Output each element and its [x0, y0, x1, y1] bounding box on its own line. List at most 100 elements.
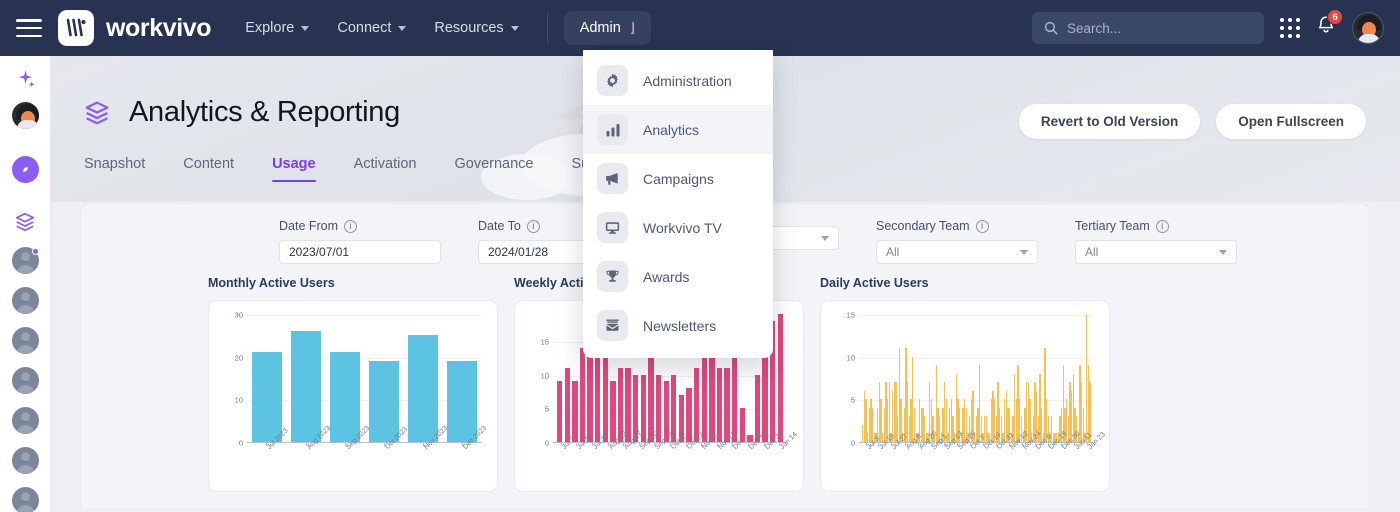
- bar[interactable]: [446, 360, 477, 442]
- bar[interactable]: [686, 388, 692, 442]
- search-input[interactable]: Search...: [1032, 12, 1264, 44]
- bar[interactable]: [716, 367, 723, 442]
- trophy-icon: [597, 261, 628, 292]
- page-title-group: Analytics & Reporting: [82, 96, 400, 129]
- y-axis-tick-label: 15: [846, 310, 855, 320]
- nav-item-explore[interactable]: Explore: [245, 20, 310, 36]
- info-icon[interactable]: i: [526, 219, 540, 233]
- sidebar-item-profile[interactable]: [10, 102, 40, 129]
- filter-secondary-team-label: Secondary Team i: [876, 219, 1038, 233]
- workvivo-logo-icon[interactable]: [58, 10, 94, 46]
- tertiary-team-select[interactable]: All: [1075, 240, 1237, 264]
- secondary-team-select[interactable]: All: [876, 240, 1038, 264]
- workvivo-wordmark[interactable]: workvivo: [106, 14, 212, 43]
- bar[interactable]: [572, 381, 578, 442]
- label-text: Date To: [478, 219, 521, 233]
- sidebar-item-space-2[interactable]: [10, 287, 40, 314]
- bar[interactable]: [329, 352, 360, 442]
- page-title: Analytics & Reporting: [129, 96, 400, 128]
- y-axis-tick-label: 10: [846, 353, 855, 363]
- bar[interactable]: [701, 354, 707, 442]
- x-axis-labels: Jul 2 Jul 16 Jul 30 Aug 13 Aug 27 Sep 10 Sep 2…: [553, 430, 799, 483]
- space-avatar: [11, 487, 39, 512]
- bar[interactable]: [251, 352, 282, 442]
- menu-item-newsletters[interactable]: Newsletters: [583, 301, 773, 350]
- bar-series: [859, 314, 1093, 442]
- y-axis-tick-label: 5: [544, 404, 549, 414]
- info-icon[interactable]: i: [975, 219, 989, 233]
- bar[interactable]: [754, 374, 761, 442]
- x-axis-labels: Jul 2023 Aug 2023 Sep 2023 Oct 2023 Nov 2023…: [247, 425, 488, 483]
- sidebar-item-space-4[interactable]: [10, 367, 40, 394]
- page-tabs: Snapshot Content Usage Activation Govern…: [84, 156, 601, 182]
- chevron-down-icon: [301, 25, 310, 31]
- label-text: Secondary Team: [876, 219, 970, 233]
- admin-menu-button[interactable]: Admin ⌋: [563, 11, 651, 45]
- left-sidebar-rail: [0, 56, 51, 512]
- menu-item-administration[interactable]: Administration: [583, 56, 773, 105]
- nav-item-resources[interactable]: Resources: [434, 20, 519, 36]
- chart-title: Monthly Active Users: [208, 276, 335, 290]
- admin-menu-label: Admin: [579, 20, 621, 36]
- menu-item-campaigns[interactable]: Campaigns: [583, 154, 773, 203]
- info-icon[interactable]: i: [1155, 219, 1169, 233]
- hamburger-menu-icon[interactable]: [16, 19, 42, 37]
- y-axis-tick-label: 0: [850, 438, 855, 448]
- nav-item-connect[interactable]: Connect: [337, 20, 407, 36]
- bar[interactable]: [640, 374, 647, 442]
- unread-dot-badge: [32, 248, 39, 255]
- bar[interactable]: [579, 347, 586, 442]
- compass-icon: [11, 156, 39, 183]
- bar[interactable]: [595, 347, 601, 442]
- notifications-button[interactable]: 6: [1316, 9, 1343, 41]
- bar[interactable]: [368, 360, 399, 442]
- chevron-down-icon: [821, 235, 829, 241]
- menu-item-analytics[interactable]: Analytics: [583, 105, 773, 154]
- bar[interactable]: [610, 381, 616, 442]
- app-grid-icon[interactable]: [1280, 18, 1300, 38]
- chevron-down-icon: [398, 25, 407, 31]
- date-from-input[interactable]: 2023/07/01: [279, 240, 441, 264]
- sidebar-item-space-5[interactable]: [10, 407, 40, 434]
- sidebar-item-space-1[interactable]: [10, 247, 40, 274]
- chart-card: 0 10 20 30 Jul 2023 Aug 2023 Sep 2023 Oct 2023…: [208, 300, 498, 492]
- chart-title: Daily Active Users: [820, 276, 929, 290]
- revert-to-old-version-button[interactable]: Revert to Old Version: [1018, 104, 1201, 139]
- secondary-team-value: All: [886, 245, 900, 259]
- y-axis-tick-label: 10: [234, 395, 243, 405]
- tab-usage[interactable]: Usage: [272, 156, 316, 182]
- y-axis-tick-label: 0: [544, 438, 549, 448]
- bar[interactable]: [290, 331, 321, 442]
- layers-icon: [85, 101, 109, 124]
- bar-series: [247, 315, 481, 442]
- sidebar-item-analytics[interactable]: [10, 210, 40, 234]
- menu-item-awards[interactable]: Awards: [583, 252, 773, 301]
- sidebar-item-space-3[interactable]: [10, 327, 40, 354]
- info-icon[interactable]: i: [344, 219, 358, 233]
- bar[interactable]: [625, 367, 631, 442]
- sidebar-item-discover[interactable]: [10, 156, 40, 183]
- nav-item-connect-label: Connect: [337, 20, 392, 36]
- bar[interactable]: [777, 314, 783, 442]
- plot-area: 0 10 20 30: [235, 311, 481, 448]
- bar[interactable]: [762, 354, 768, 442]
- tab-activation[interactable]: Activation: [354, 156, 417, 182]
- bar[interactable]: [564, 367, 570, 442]
- sidebar-item-ai-sparkle[interactable]: [10, 68, 40, 89]
- menu-item-label: Workvivo TV: [643, 219, 722, 236]
- tab-governance[interactable]: Governance: [454, 156, 533, 182]
- sidebar-item-space-7[interactable]: [10, 487, 40, 512]
- tab-snapshot[interactable]: Snapshot: [84, 156, 145, 182]
- layers-icon: [15, 212, 35, 232]
- sidebar-item-space-6[interactable]: [10, 447, 40, 474]
- bar[interactable]: [693, 367, 700, 442]
- bar[interactable]: [724, 367, 730, 442]
- user-avatar[interactable]: [1352, 12, 1384, 44]
- sidebar-avatar[interactable]: [11, 102, 39, 129]
- open-fullscreen-button[interactable]: Open Fullscreen: [1216, 104, 1366, 139]
- bar[interactable]: [557, 381, 563, 442]
- tab-content[interactable]: Content: [183, 156, 234, 182]
- chart-card: 0 5 10 15 Jul 3 Jul 15 Jul 27 Aug 8 Aug 20 Sep 1…: [820, 300, 1110, 492]
- bar[interactable]: [407, 335, 438, 442]
- menu-item-workvivo-tv[interactable]: Workvivo TV: [583, 203, 773, 252]
